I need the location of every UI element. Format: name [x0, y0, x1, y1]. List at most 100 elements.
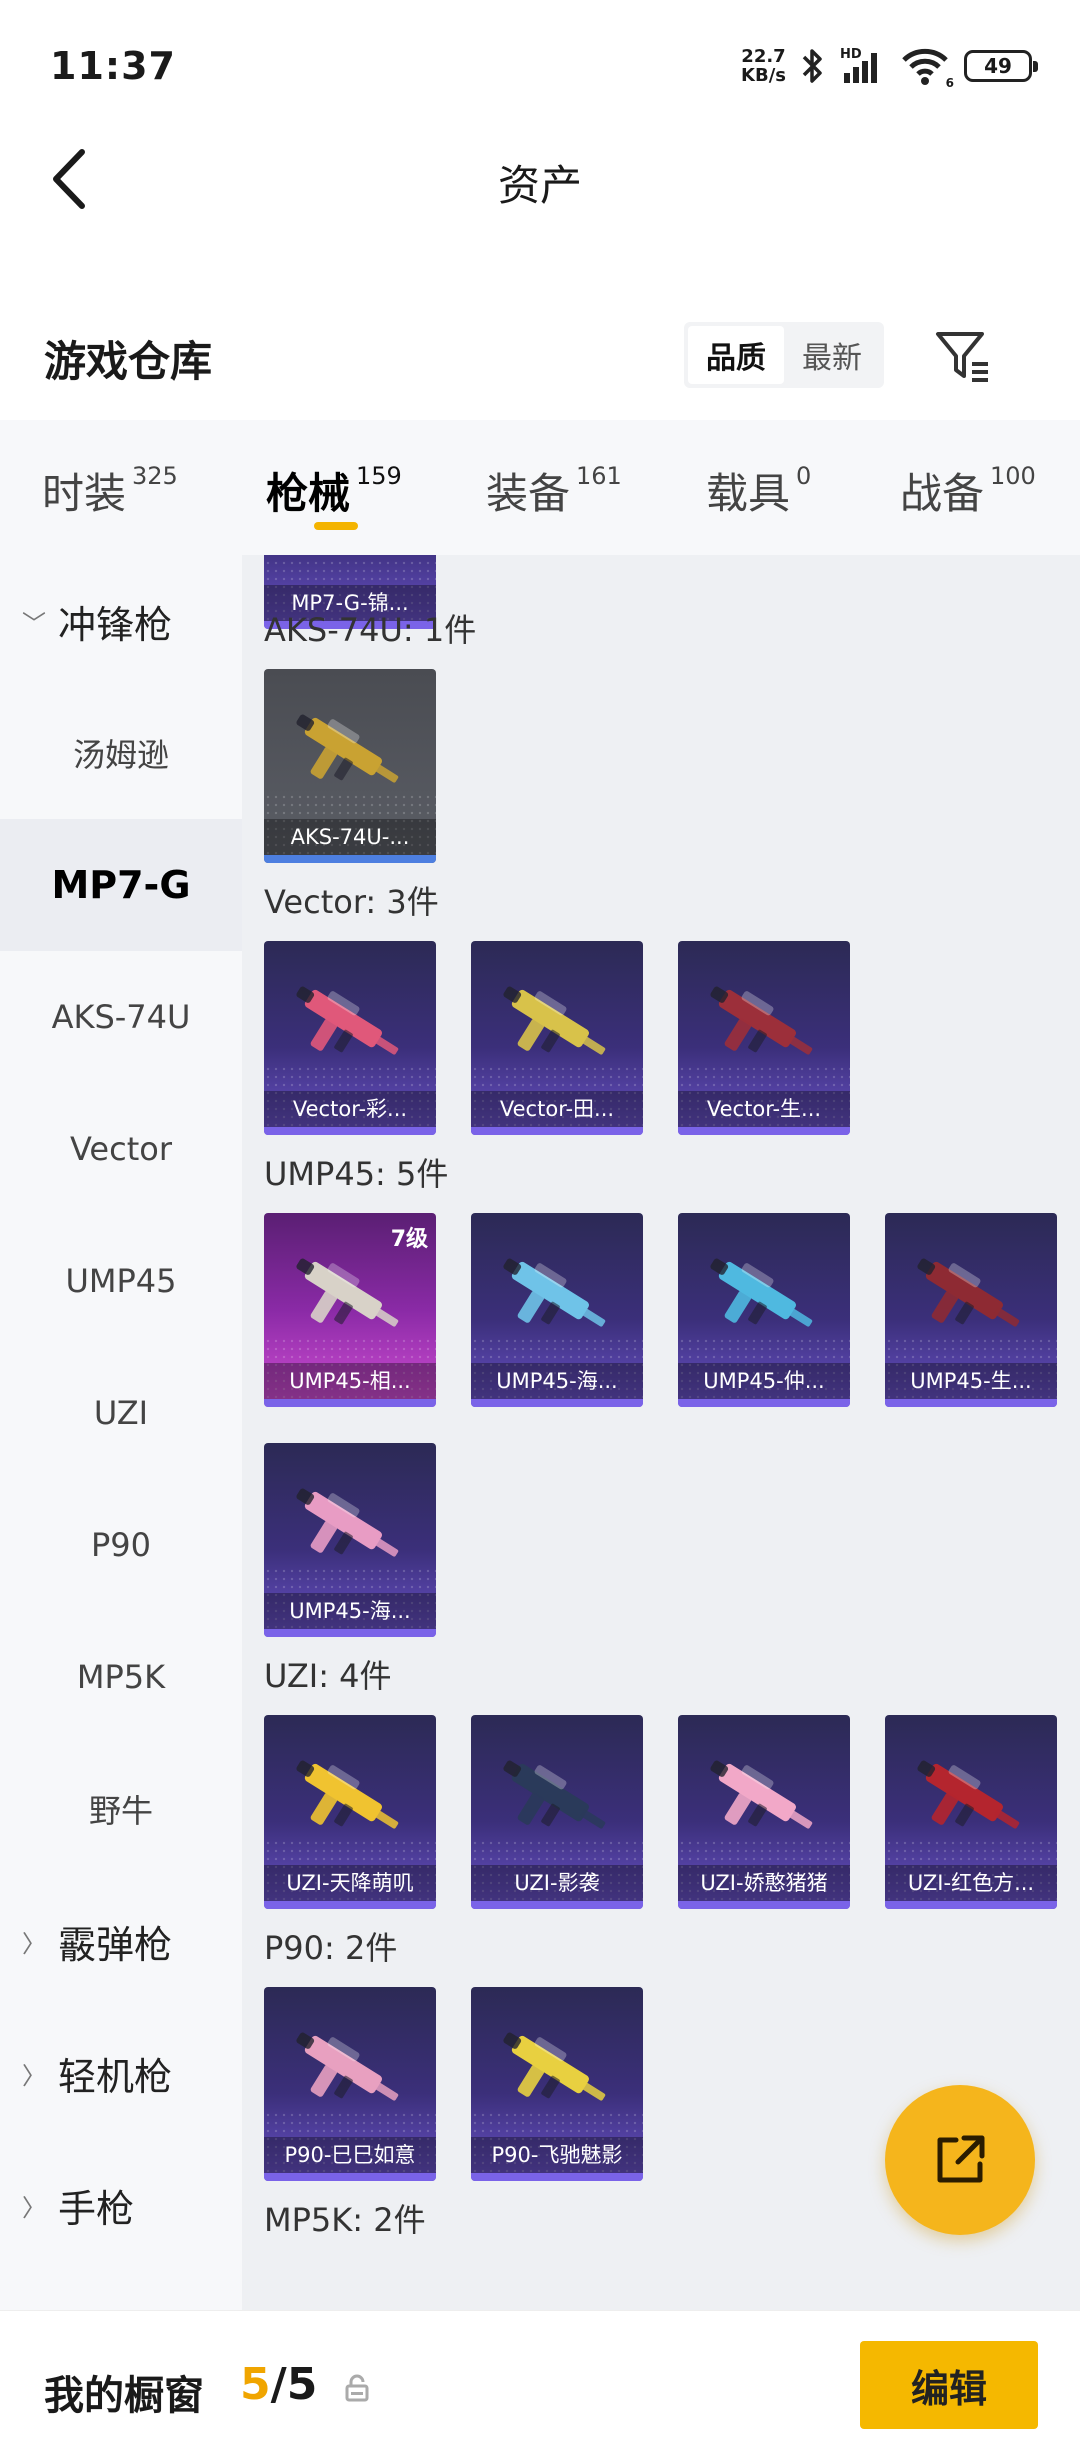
sort-quality-button[interactable]: 品质 — [688, 326, 784, 384]
weapon-card[interactable]: P90-飞驰魅影 — [471, 1987, 643, 2181]
weapon-card[interactable]: Vector-彩... — [264, 941, 436, 1135]
sidebar-item-uzi[interactable]: UZI — [0, 1347, 242, 1479]
page-title: 资产 — [497, 161, 582, 210]
title-bar: 资产 — [0, 130, 1080, 230]
sidebar-item-mp7g[interactable]: MP7-G — [0, 819, 242, 951]
weapon-skin-image — [503, 2032, 606, 2101]
chevron-right-icon: 〉 — [22, 1929, 46, 1958]
tab-vehicles[interactable]: 载具 0 — [706, 460, 811, 521]
weapon-card[interactable]: UZI-天降萌叽 — [264, 1715, 436, 1909]
chevron-right-icon: 〉 — [22, 2061, 46, 2090]
sort-newest-button[interactable]: 最新 — [784, 326, 880, 384]
section-title: P90: 2件 — [264, 1929, 398, 1967]
weapon-card-name: P90-飞驰魅影 — [471, 2137, 643, 2173]
sidebar-item-thompson[interactable]: 汤姆逊 — [0, 687, 242, 819]
chevron-right-icon: 〉 — [22, 2193, 46, 2222]
edit-button[interactable]: 编辑 — [860, 2341, 1038, 2429]
net-speed: 22.7 KB/s — [741, 46, 786, 86]
share-button[interactable] — [885, 2085, 1035, 2235]
sidebar-group-smg[interactable]: ﹀ 冲锋枪 — [0, 555, 242, 687]
chevron-down-icon: ﹀ — [22, 609, 46, 638]
weapon-card[interactable]: Vector-生... — [678, 941, 850, 1135]
weapon-card-name: UMP45-海... — [471, 1363, 643, 1399]
sidebar-group-pistol[interactable]: 〉手枪 — [0, 2139, 242, 2271]
weapon-skin-image — [503, 986, 606, 1055]
weapon-card[interactable]: 7级 UMP45-相... — [264, 1213, 436, 1407]
weapon-card-name: AKS-74U-... — [264, 819, 436, 855]
weapon-card-name: UZI-天降萌叽 — [264, 1865, 436, 1901]
filter-button[interactable] — [930, 322, 996, 388]
bluetooth-icon — [802, 49, 822, 83]
tab-guns[interactable]: 枪械 159 — [266, 460, 402, 521]
weapon-grid: MP7-G-锦... AKS-74U: 1件 AKS-74U-... Vector:… — [242, 555, 1080, 2310]
showcase-title: 我的橱窗 — [44, 2373, 204, 2419]
weapon-card-name: UZI-娇憨猪猪 — [678, 1865, 850, 1901]
weapon-card-name: UMP45-海... — [264, 1593, 436, 1629]
weapon-card-name: UMP45-仲... — [678, 1363, 850, 1399]
warehouse-header: 游戏仓库 品质 最新 — [0, 300, 1080, 410]
sidebar-item-vector[interactable]: Vector — [0, 1083, 242, 1215]
weapon-card-name: Vector-生... — [678, 1091, 850, 1127]
lock-icon — [345, 2374, 369, 2402]
status-icons: 22.7 KB/s HD 6 49 — [741, 40, 1038, 92]
filter-icon — [936, 332, 988, 382]
active-tab-indicator — [314, 522, 358, 530]
section-title: UMP45: 5件 — [264, 1155, 449, 1193]
sidebar-item-p90[interactable]: P90 — [0, 1479, 242, 1611]
weapon-type-sidebar: ﹀ 冲锋枪 汤姆逊 MP7-G AKS-74U Vector UMP45 UZI … — [0, 555, 242, 2310]
status-bar: 11:37 22.7 KB/s HD 6 49 — [0, 0, 1080, 130]
tab-equipment[interactable]: 装备 161 — [486, 460, 622, 521]
category-tabs: 时装 325 枪械 159 装备 161 载具 0 战备 100 — [0, 420, 1080, 555]
section-title: Vector: 3件 — [264, 883, 439, 921]
signal-icon: HD — [840, 47, 886, 85]
battery-indicator: 49 — [964, 50, 1038, 82]
app-root: { "status": {"time": "11:37", "net_speed… — [0, 0, 1080, 2460]
weapon-card[interactable]: UMP45-海... — [471, 1213, 643, 1407]
weapon-skin-image — [296, 1488, 399, 1557]
weapon-skin-image — [710, 1760, 813, 1829]
wifi-icon: 6 — [900, 46, 954, 90]
weapon-card[interactable]: UZI-影袭 — [471, 1715, 643, 1909]
weapon-card[interactable]: UMP45-生... — [885, 1213, 1057, 1407]
sidebar-item-mp5k[interactable]: MP5K — [0, 1611, 242, 1743]
sidebar-item-aks74u[interactable]: AKS-74U — [0, 951, 242, 1083]
tab-supplies[interactable]: 战备 100 — [900, 460, 1036, 521]
weapon-card[interactable]: UZI-红色方... — [885, 1715, 1057, 1909]
section-title: AKS-74U: 1件 — [264, 611, 477, 649]
weapon-card-name: Vector-彩... — [264, 1091, 436, 1127]
weapon-skin-image — [296, 1258, 399, 1327]
warehouse-title: 游戏仓库 — [44, 337, 213, 386]
weapon-skin-image — [503, 1760, 606, 1829]
weapon-card[interactable]: P90-巳巳如意 — [264, 1987, 436, 2181]
weapon-card-name: UZI-影袭 — [471, 1865, 643, 1901]
weapon-card-name: P90-巳巳如意 — [264, 2137, 436, 2173]
section-title: MP5K: 2件 — [264, 2201, 426, 2239]
tab-fashion[interactable]: 时装 325 — [42, 460, 178, 521]
showcase-bar: 我的橱窗 5/5 编辑 — [0, 2310, 1080, 2460]
weapon-card-name: UMP45-相... — [264, 1363, 436, 1399]
weapon-card[interactable]: Vector-田... — [471, 941, 643, 1135]
sidebar-item-bizon[interactable]: 野牛 — [0, 1743, 242, 1875]
weapon-skin-image — [710, 1258, 813, 1327]
weapon-card-name: Vector-田... — [471, 1091, 643, 1127]
sidebar-item-ump45[interactable]: UMP45 — [0, 1215, 242, 1347]
sidebar-group-shotgun[interactable]: 〉霰弹枪 — [0, 1875, 242, 2007]
weapon-card-name: UZI-红色方... — [885, 1865, 1057, 1901]
status-time: 11:37 — [50, 44, 176, 88]
weapon-skin-image — [296, 1760, 399, 1829]
sidebar-group-lmg[interactable]: 〉轻机枪 — [0, 2007, 242, 2139]
weapon-card-name: UMP45-生... — [885, 1363, 1057, 1399]
weapon-card[interactable]: UMP45-仲... — [678, 1213, 850, 1407]
weapon-skin-image — [296, 2032, 399, 2101]
weapon-skin-image — [503, 1258, 606, 1327]
weapon-skin-image — [296, 986, 399, 1055]
weapon-skin-image — [917, 1760, 1020, 1829]
level-badge: 7级 — [390, 1227, 428, 1252]
weapon-card[interactable]: UZI-娇憨猪猪 — [678, 1715, 850, 1909]
weapon-skin-image — [296, 714, 399, 783]
weapon-card[interactable]: UMP45-海... — [264, 1443, 436, 1637]
weapon-skin-image — [917, 1258, 1020, 1327]
section-title: UZI: 4件 — [264, 1657, 392, 1695]
weapon-card[interactable]: AKS-74U-... — [264, 669, 436, 863]
showcase-count: 5/5 — [240, 2359, 318, 2410]
